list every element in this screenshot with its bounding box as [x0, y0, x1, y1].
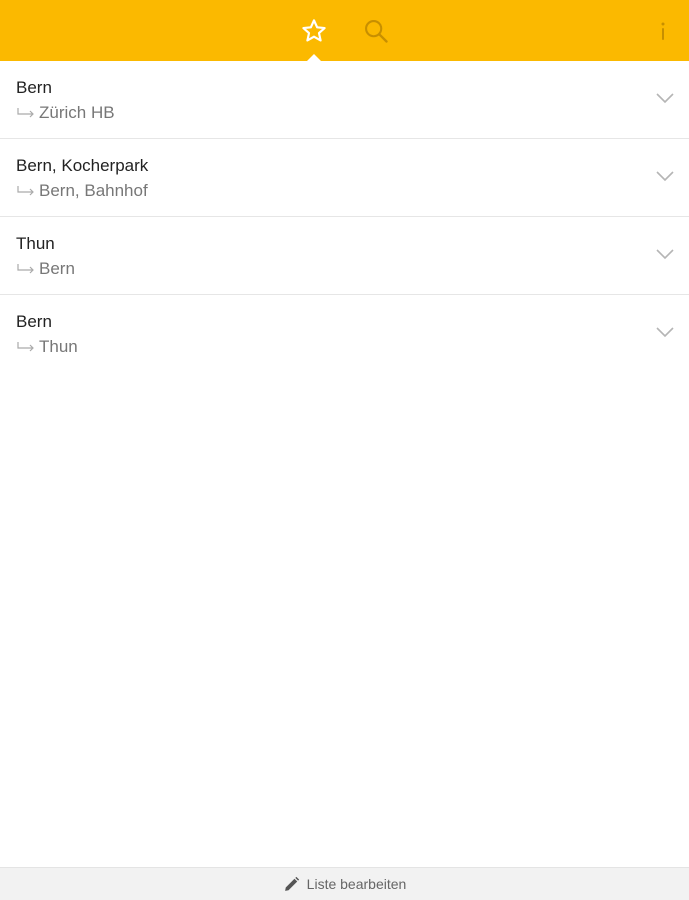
pencil-icon: [284, 876, 299, 891]
connection-from: Bern, Kocherpark: [16, 156, 149, 175]
return-arrow-icon: [17, 186, 34, 196]
chevron-down-icon[interactable]: [655, 91, 675, 105]
chevron-down-icon[interactable]: [655, 247, 675, 261]
connection-from: Thun: [16, 234, 55, 253]
connection-to: Thun: [39, 337, 78, 356]
list-item[interactable]: Bern Zürich HB: [0, 61, 689, 139]
star-icon: [302, 18, 326, 42]
connection-to-line: Zürich HB: [16, 103, 115, 123]
connection-to: Bern, Bahnhof: [39, 181, 148, 200]
list-item[interactable]: Bern Thun: [0, 295, 689, 372]
favorites-list: Bern Zürich HB Bern, Kocherpark Bern, Ba…: [0, 61, 689, 372]
list-item[interactable]: Thun Bern: [0, 217, 689, 295]
return-arrow-icon: [17, 342, 34, 352]
app: Bern Zürich HB Bern, Kocherpark Bern, Ba…: [0, 0, 689, 900]
chevron-down-icon[interactable]: [655, 169, 675, 183]
connection-to-line: Thun: [16, 337, 78, 357]
tab-search[interactable]: [346, 0, 406, 61]
connection-from: Bern: [16, 312, 52, 331]
return-arrow-icon: [17, 264, 34, 274]
list-item[interactable]: Bern, Kocherpark Bern, Bahnhof: [0, 139, 689, 217]
connection-to: Bern: [39, 259, 75, 278]
info-button[interactable]: [645, 0, 681, 61]
connection-to-line: Bern, Bahnhof: [16, 181, 148, 201]
chevron-down-icon[interactable]: [655, 325, 675, 339]
search-icon: [365, 19, 388, 43]
connection-to: Zürich HB: [39, 103, 115, 122]
edit-list-button[interactable]: Liste bearbeiten: [0, 867, 689, 900]
edit-list-label: Liste bearbeiten: [306, 876, 407, 892]
connection-to-line: Bern: [16, 259, 75, 279]
top-bar: [0, 0, 689, 62]
tab-favorites[interactable]: [284, 0, 344, 61]
return-arrow-icon: [17, 108, 34, 118]
info-icon: [661, 22, 665, 40]
connection-from: Bern: [16, 78, 52, 97]
